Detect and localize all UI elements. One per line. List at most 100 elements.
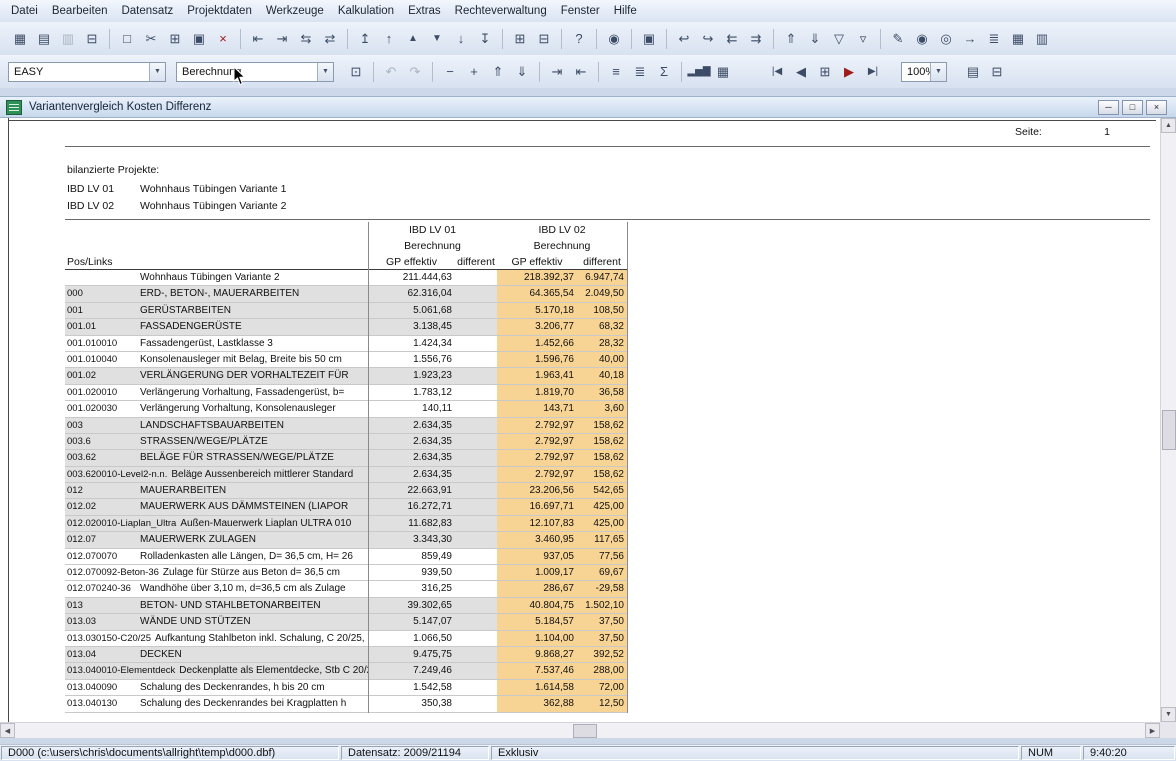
transfer-right-icon[interactable]: ⇉ [744,28,768,50]
delete-icon[interactable]: × [211,28,235,50]
collapse-icon[interactable]: ▲ [401,28,425,50]
export-record-icon[interactable]: → [958,28,982,50]
redo-icon[interactable]: ↷ [403,61,427,83]
help-icon[interactable]: ? [567,28,591,50]
remove-position-icon[interactable]: − [438,61,462,83]
copy-icon[interactable]: ⊞ [163,28,187,50]
menu-item[interactable]: Hilfe [607,2,644,20]
window-grid-icon[interactable]: ▣ [637,28,661,50]
menu-item[interactable]: Bearbeiten [45,2,115,20]
menu-item[interactable]: Fenster [554,2,607,20]
document-title: Variantenvergleich Kosten Differenz [29,101,211,113]
project-name: Wohnhaus Tübingen Variante 2 [140,198,287,215]
close-button[interactable]: × [1146,100,1167,115]
undo-icon[interactable]: ↶ [379,61,403,83]
restore-button[interactable]: □ [1122,100,1143,115]
columns-icon[interactable]: ▥ [1030,28,1054,50]
list-icon[interactable]: ≡ [604,61,628,83]
shift-up-icon[interactable]: ⇑ [486,61,510,83]
find-record-icon[interactable]: ◎ [934,28,958,50]
refresh-icon[interactable]: ⊡ [344,61,368,83]
move-down-icon[interactable]: ↓ [449,28,473,50]
scroll-up-icon[interactable]: ▲ [1161,118,1176,133]
next-page-icon[interactable]: ▶ [837,61,861,83]
append-level-icon[interactable]: ⇥ [270,28,294,50]
menu-item[interactable]: Extras [401,2,448,20]
search-icon[interactable]: ◉ [602,28,626,50]
datasheet-view-icon[interactable]: ▥ [56,28,80,50]
export-icon[interactable]: ↪ [696,28,720,50]
zoom-record-icon[interactable]: ◉ [910,28,934,50]
cell-different-lv02: 12,50 [577,696,627,711]
filter-remove-icon[interactable]: ▿ [851,28,875,50]
transfer-left-icon[interactable]: ⇇ [720,28,744,50]
print-icon[interactable]: ⊟ [532,28,556,50]
insert-position-icon[interactable]: + [462,61,486,83]
diff-header-lv01: different [455,256,497,268]
form-view-icon[interactable]: ▤ [32,28,56,50]
expand-icon[interactable]: ▼ [425,28,449,50]
cell-description: FASSADENGERÜSTE [140,319,368,334]
minimize-button[interactable]: ─ [1098,100,1119,115]
project-id: IBD LV 01 [67,181,140,198]
cell-description: GERÜSTARBEITEN [140,303,368,318]
move-last-icon[interactable]: ↧ [473,28,497,50]
prev-page-icon[interactable]: ◀ [789,61,813,83]
filter-icon[interactable]: ▽ [827,28,851,50]
paste-icon[interactable]: ▣ [187,28,211,50]
sum-icon[interactable]: Σ [652,61,676,83]
zoom-combobox[interactable]: 100% ▼ [901,62,947,82]
outline-icon[interactable]: ≣ [628,61,652,83]
menu-item[interactable]: Datensatz [114,2,180,20]
view-combobox[interactable]: Berechnung ▼ [176,62,334,82]
print-data-icon[interactable]: ⊟ [80,28,104,50]
cut-icon[interactable]: ✂ [139,28,163,50]
append-sublevel-icon[interactable]: ⇄ [318,28,342,50]
cell-pos: 012.07 [65,532,140,547]
scroll-left-icon[interactable]: ◀ [0,723,15,738]
chevron-down-icon[interactable]: ▼ [930,63,946,81]
vertical-scrollbar[interactable]: ▲ ▼ [1160,118,1176,722]
cell-gp-effektiv-lv02: 1.614,58 [497,680,577,695]
horizontal-scroll-thumb[interactable] [573,724,597,738]
chevron-down-icon[interactable]: ▼ [317,63,333,81]
insert-level-icon[interactable]: ⇤ [246,28,270,50]
horizontal-scrollbar[interactable]: ◀ ▶ [0,722,1160,738]
vertical-scroll-thumb[interactable] [1162,410,1176,450]
shift-down-icon[interactable]: ⇓ [510,61,534,83]
edit-record-icon[interactable]: ✎ [886,28,910,50]
new-document-icon[interactable]: □ [115,28,139,50]
chart-icon[interactable]: ▂▅▇ [687,61,711,83]
copy-page-icon[interactable]: ⊞ [813,61,837,83]
move-first-icon[interactable]: ↥ [353,28,377,50]
cell-pos: 013.040130 [65,696,140,711]
menu-item[interactable]: Kalkulation [331,2,401,20]
sort-asc-icon[interactable]: ⇑ [779,28,803,50]
table-view-icon[interactable]: ▦ [8,28,32,50]
print-report-icon[interactable]: ⊟ [985,61,1009,83]
move-up-icon[interactable]: ↑ [377,28,401,50]
scroll-down-icon[interactable]: ▼ [1161,707,1176,722]
indent-icon[interactable]: ⇥ [545,61,569,83]
scroll-right-icon[interactable]: ▶ [1145,723,1160,738]
chevron-down-icon[interactable]: ▼ [149,63,165,81]
last-page-icon[interactable]: ▶| [861,61,885,83]
stack-icon[interactable]: ≣ [982,28,1006,50]
menu-item[interactable]: Rechteverwaltung [448,2,554,20]
page-setup-icon[interactable]: ▤ [961,61,985,83]
menu-item[interactable]: Datei [4,2,45,20]
outdent-icon[interactable]: ⇤ [569,61,593,83]
grid-icon[interactable]: ▦ [1006,28,1030,50]
first-page-icon[interactable]: |◀ [765,61,789,83]
pivot-grid-icon[interactable]: ▦ [711,61,735,83]
menu-item[interactable]: Projektdaten [180,2,259,20]
cell-different-lv01 [455,532,497,547]
calculate-icon[interactable]: ⊞ [508,28,532,50]
import-icon[interactable]: ↩ [672,28,696,50]
cell-gp-effektiv-lv01: 140,11 [368,401,455,416]
easy-combobox[interactable]: EASY ▼ [8,62,166,82]
insert-sublevel-icon[interactable]: ⇆ [294,28,318,50]
sort-desc-icon[interactable]: ⇓ [803,28,827,50]
gp-header-lv02: GP effektiv [497,256,577,268]
menu-item[interactable]: Werkzeuge [259,2,331,20]
